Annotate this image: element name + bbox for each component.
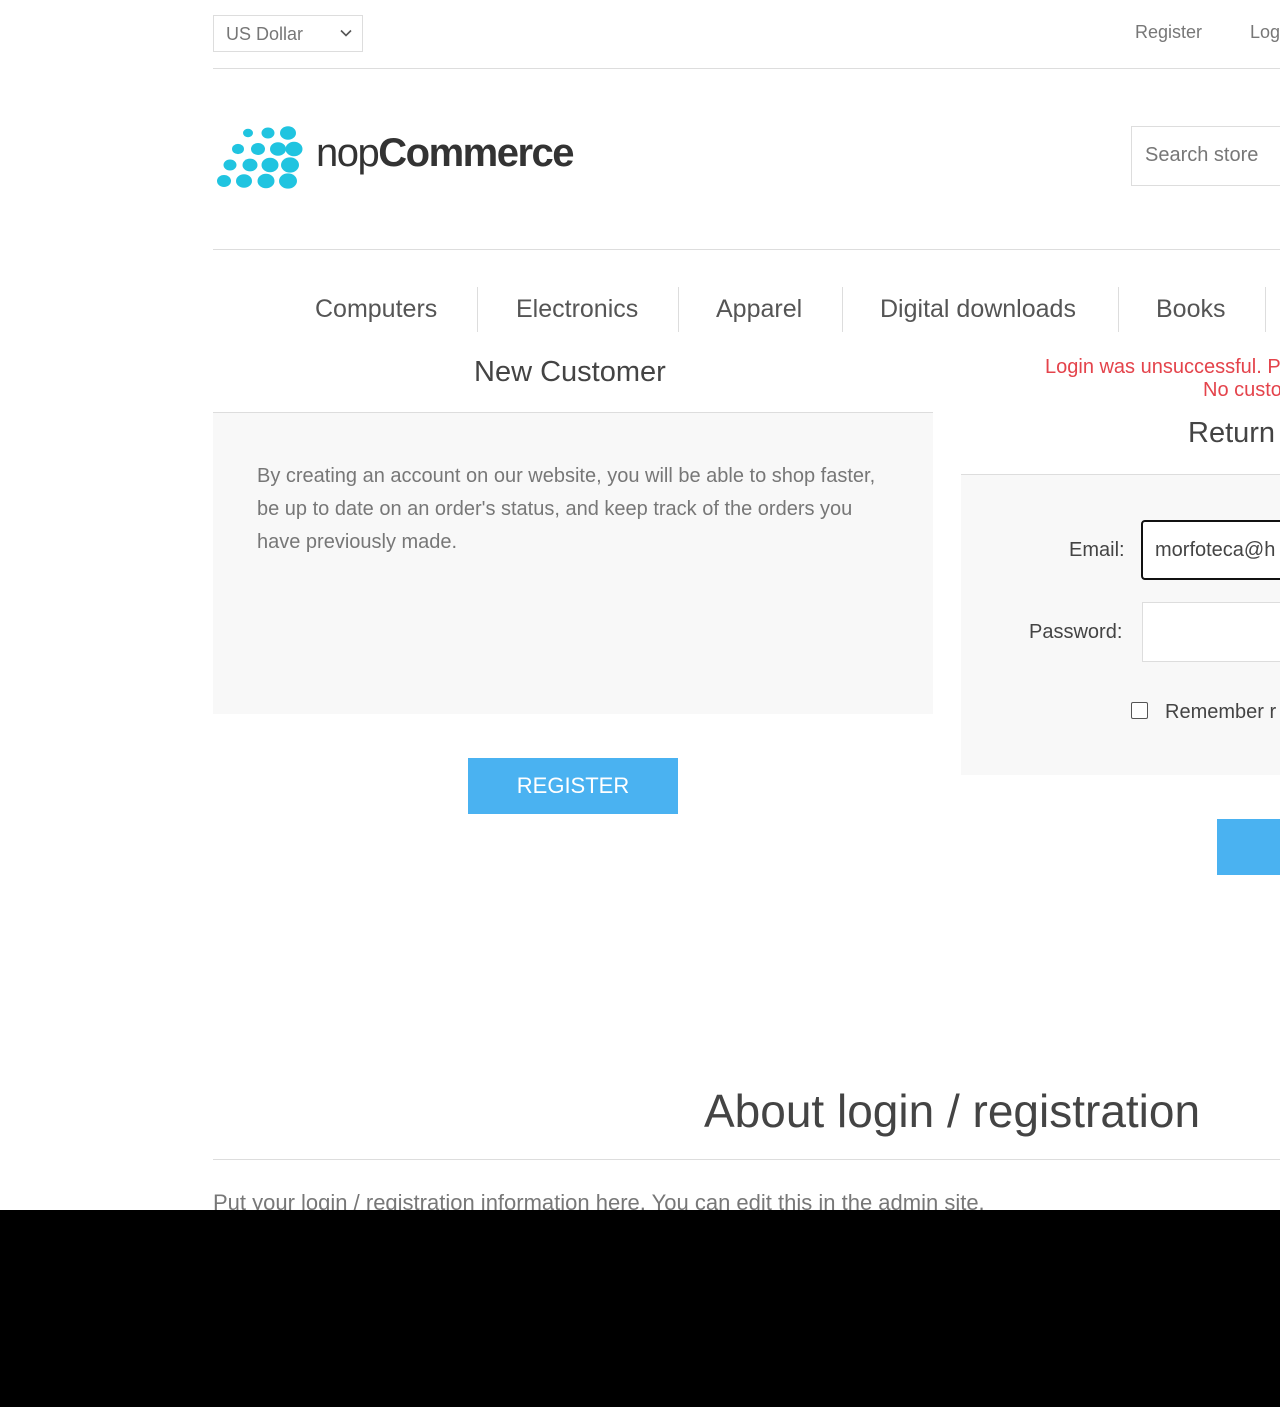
currency-select[interactable]: US Dollar [213, 15, 363, 52]
nav-item-electronics[interactable]: Electronics [516, 295, 638, 324]
logo-dot [232, 143, 244, 155]
page-viewport: US Dollar Register Log nopCommerce Searc… [0, 0, 1280, 1210]
login-link[interactable]: Log [1250, 22, 1280, 43]
logo-dot [261, 157, 279, 173]
logo-dot [281, 157, 299, 173]
nav-item-digital-downloads[interactable]: Digital downloads [880, 295, 1076, 324]
logo-dot [217, 175, 231, 187]
register-button[interactable]: REGISTER [468, 758, 678, 814]
nav-separator [678, 287, 679, 332]
logo-dot [279, 173, 297, 189]
logo-dot [236, 174, 252, 188]
logo-dot [242, 158, 258, 172]
nav-item-apparel[interactable]: Apparel [716, 295, 802, 324]
logo-dot [285, 141, 303, 157]
logo-dot [251, 143, 265, 155]
register-link[interactable]: Register [1135, 22, 1202, 43]
email-label: Email: [1069, 539, 1125, 561]
logo-dot [261, 127, 275, 139]
nav-separator [1265, 287, 1266, 332]
password-field[interactable] [1142, 602, 1280, 662]
logo-dot [243, 128, 253, 138]
about-title: About login / registration [704, 1085, 1201, 1137]
logo-text-bold: Commerce [378, 131, 574, 175]
nav-separator [842, 287, 843, 332]
logo-text-light: nop [316, 131, 380, 175]
header-bottom-divider [213, 249, 1280, 250]
search-placeholder: Search store [1145, 144, 1259, 166]
remember-me-checkbox[interactable] [1131, 702, 1148, 719]
new-customer-description: By creating an account on our website, y… [257, 465, 876, 553]
nav-separator [477, 287, 478, 332]
logo-dot [280, 126, 296, 140]
about-text: Put your login / registration informatio… [213, 1190, 985, 1210]
login-error-detail: No custo [1203, 379, 1280, 401]
remember-me-label[interactable]: Remember r [1165, 701, 1276, 724]
currency-value: US Dollar [226, 24, 304, 44]
nav-item-books[interactable]: Books [1156, 295, 1225, 324]
new-customer-title: New Customer [474, 356, 666, 388]
logo-dot [257, 173, 275, 189]
store-logo[interactable]: nopCommerce [216, 125, 586, 191]
logo-dots-icon [217, 126, 303, 189]
nav-item-computers[interactable]: Computers [315, 295, 437, 324]
login-button[interactable] [1217, 819, 1280, 875]
logo-text: nopCommerce [316, 131, 575, 176]
logo-dot [270, 142, 286, 156]
login-error-message: Login was unsuccessful. Pl [1045, 356, 1280, 378]
about-divider [213, 1159, 1280, 1160]
search-input[interactable]: Search store [1131, 126, 1280, 186]
email-value: morfoteca@h [1155, 539, 1276, 561]
new-customer-panel [213, 412, 933, 714]
header-divider [213, 68, 1280, 69]
email-field[interactable]: morfoteca@h [1141, 520, 1280, 580]
returning-customer-title: Return [1188, 417, 1276, 449]
password-label: Password: [1029, 621, 1123, 643]
logo-dot [223, 159, 237, 171]
nav-separator [1118, 287, 1119, 332]
chevron-down-icon [340, 29, 352, 37]
